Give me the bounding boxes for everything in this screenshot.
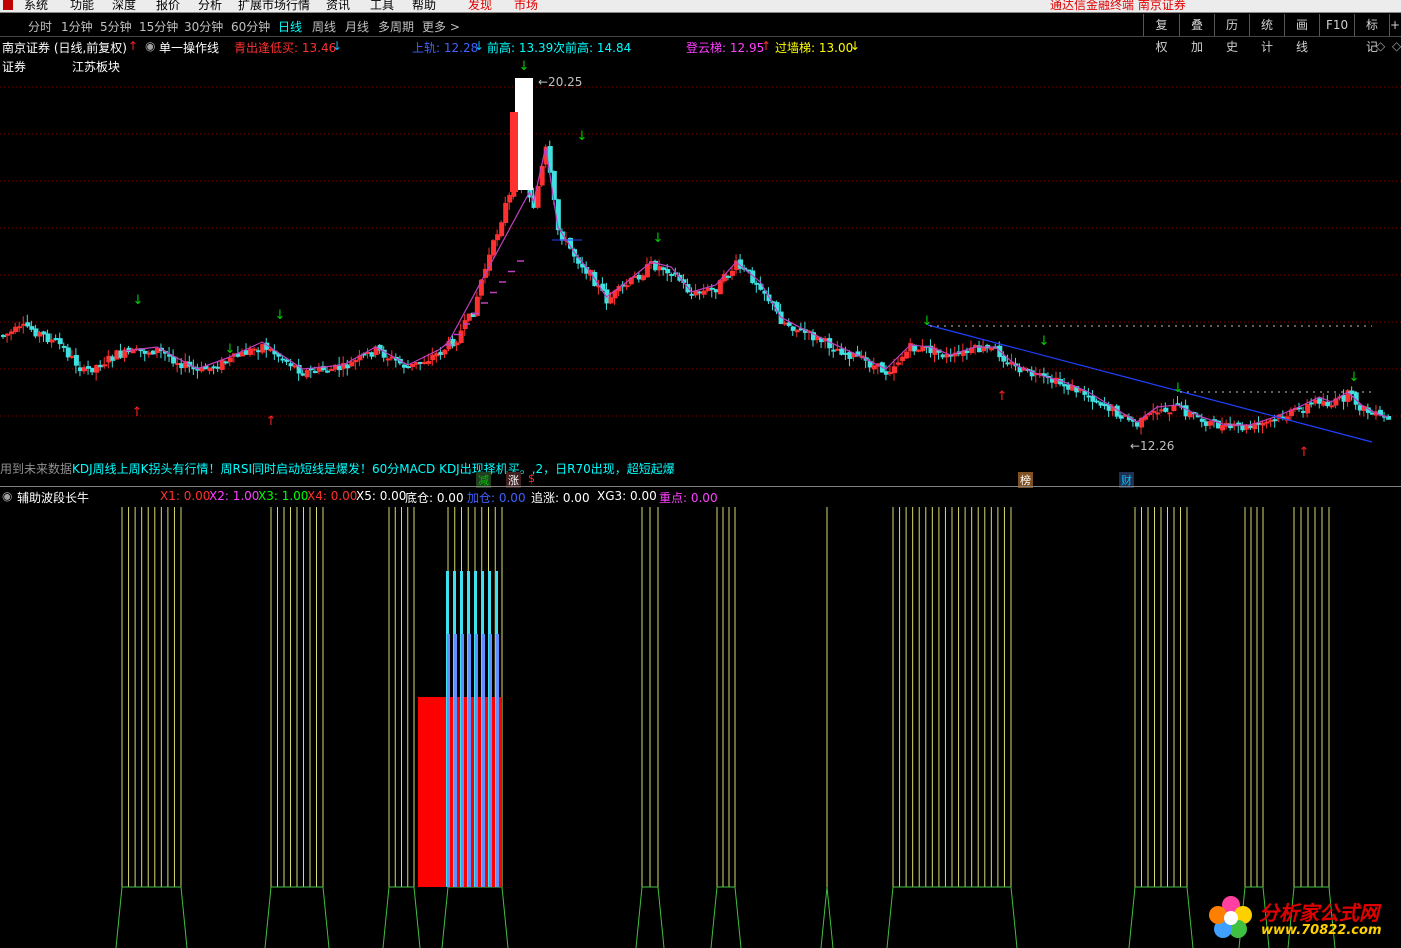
- base-position-block: [418, 697, 446, 887]
- trapezoid-outline: [635, 886, 665, 948]
- flower-logo-icon: [1209, 896, 1252, 938]
- trapezoid-outline: [441, 886, 509, 948]
- watermark-title: 分析家公式网: [1259, 901, 1379, 925]
- chase-bar: [475, 634, 478, 887]
- trapezoid-outline: [264, 886, 330, 948]
- watermark-url: www.70822.com: [1261, 923, 1382, 938]
- chase-bar: [454, 634, 457, 887]
- trapezoid-outline: [710, 886, 742, 948]
- chase-bar: [496, 634, 499, 887]
- trapezoid-outline: [115, 886, 188, 948]
- trapezoid-outline: [886, 886, 1018, 948]
- trapezoid-outline: [820, 886, 834, 948]
- watermark: 分析家公式网 www.70822.com: [1205, 893, 1401, 948]
- trapezoid-outline: [1128, 886, 1194, 948]
- trapezoid-outline: [382, 886, 421, 948]
- chase-bar: [468, 634, 471, 887]
- chase-bar: [461, 634, 464, 887]
- chase-bar: [482, 634, 485, 887]
- chase-bar: [489, 634, 492, 887]
- sub-indicator-chart[interactable]: [0, 0, 1401, 948]
- chase-bar: [447, 634, 450, 887]
